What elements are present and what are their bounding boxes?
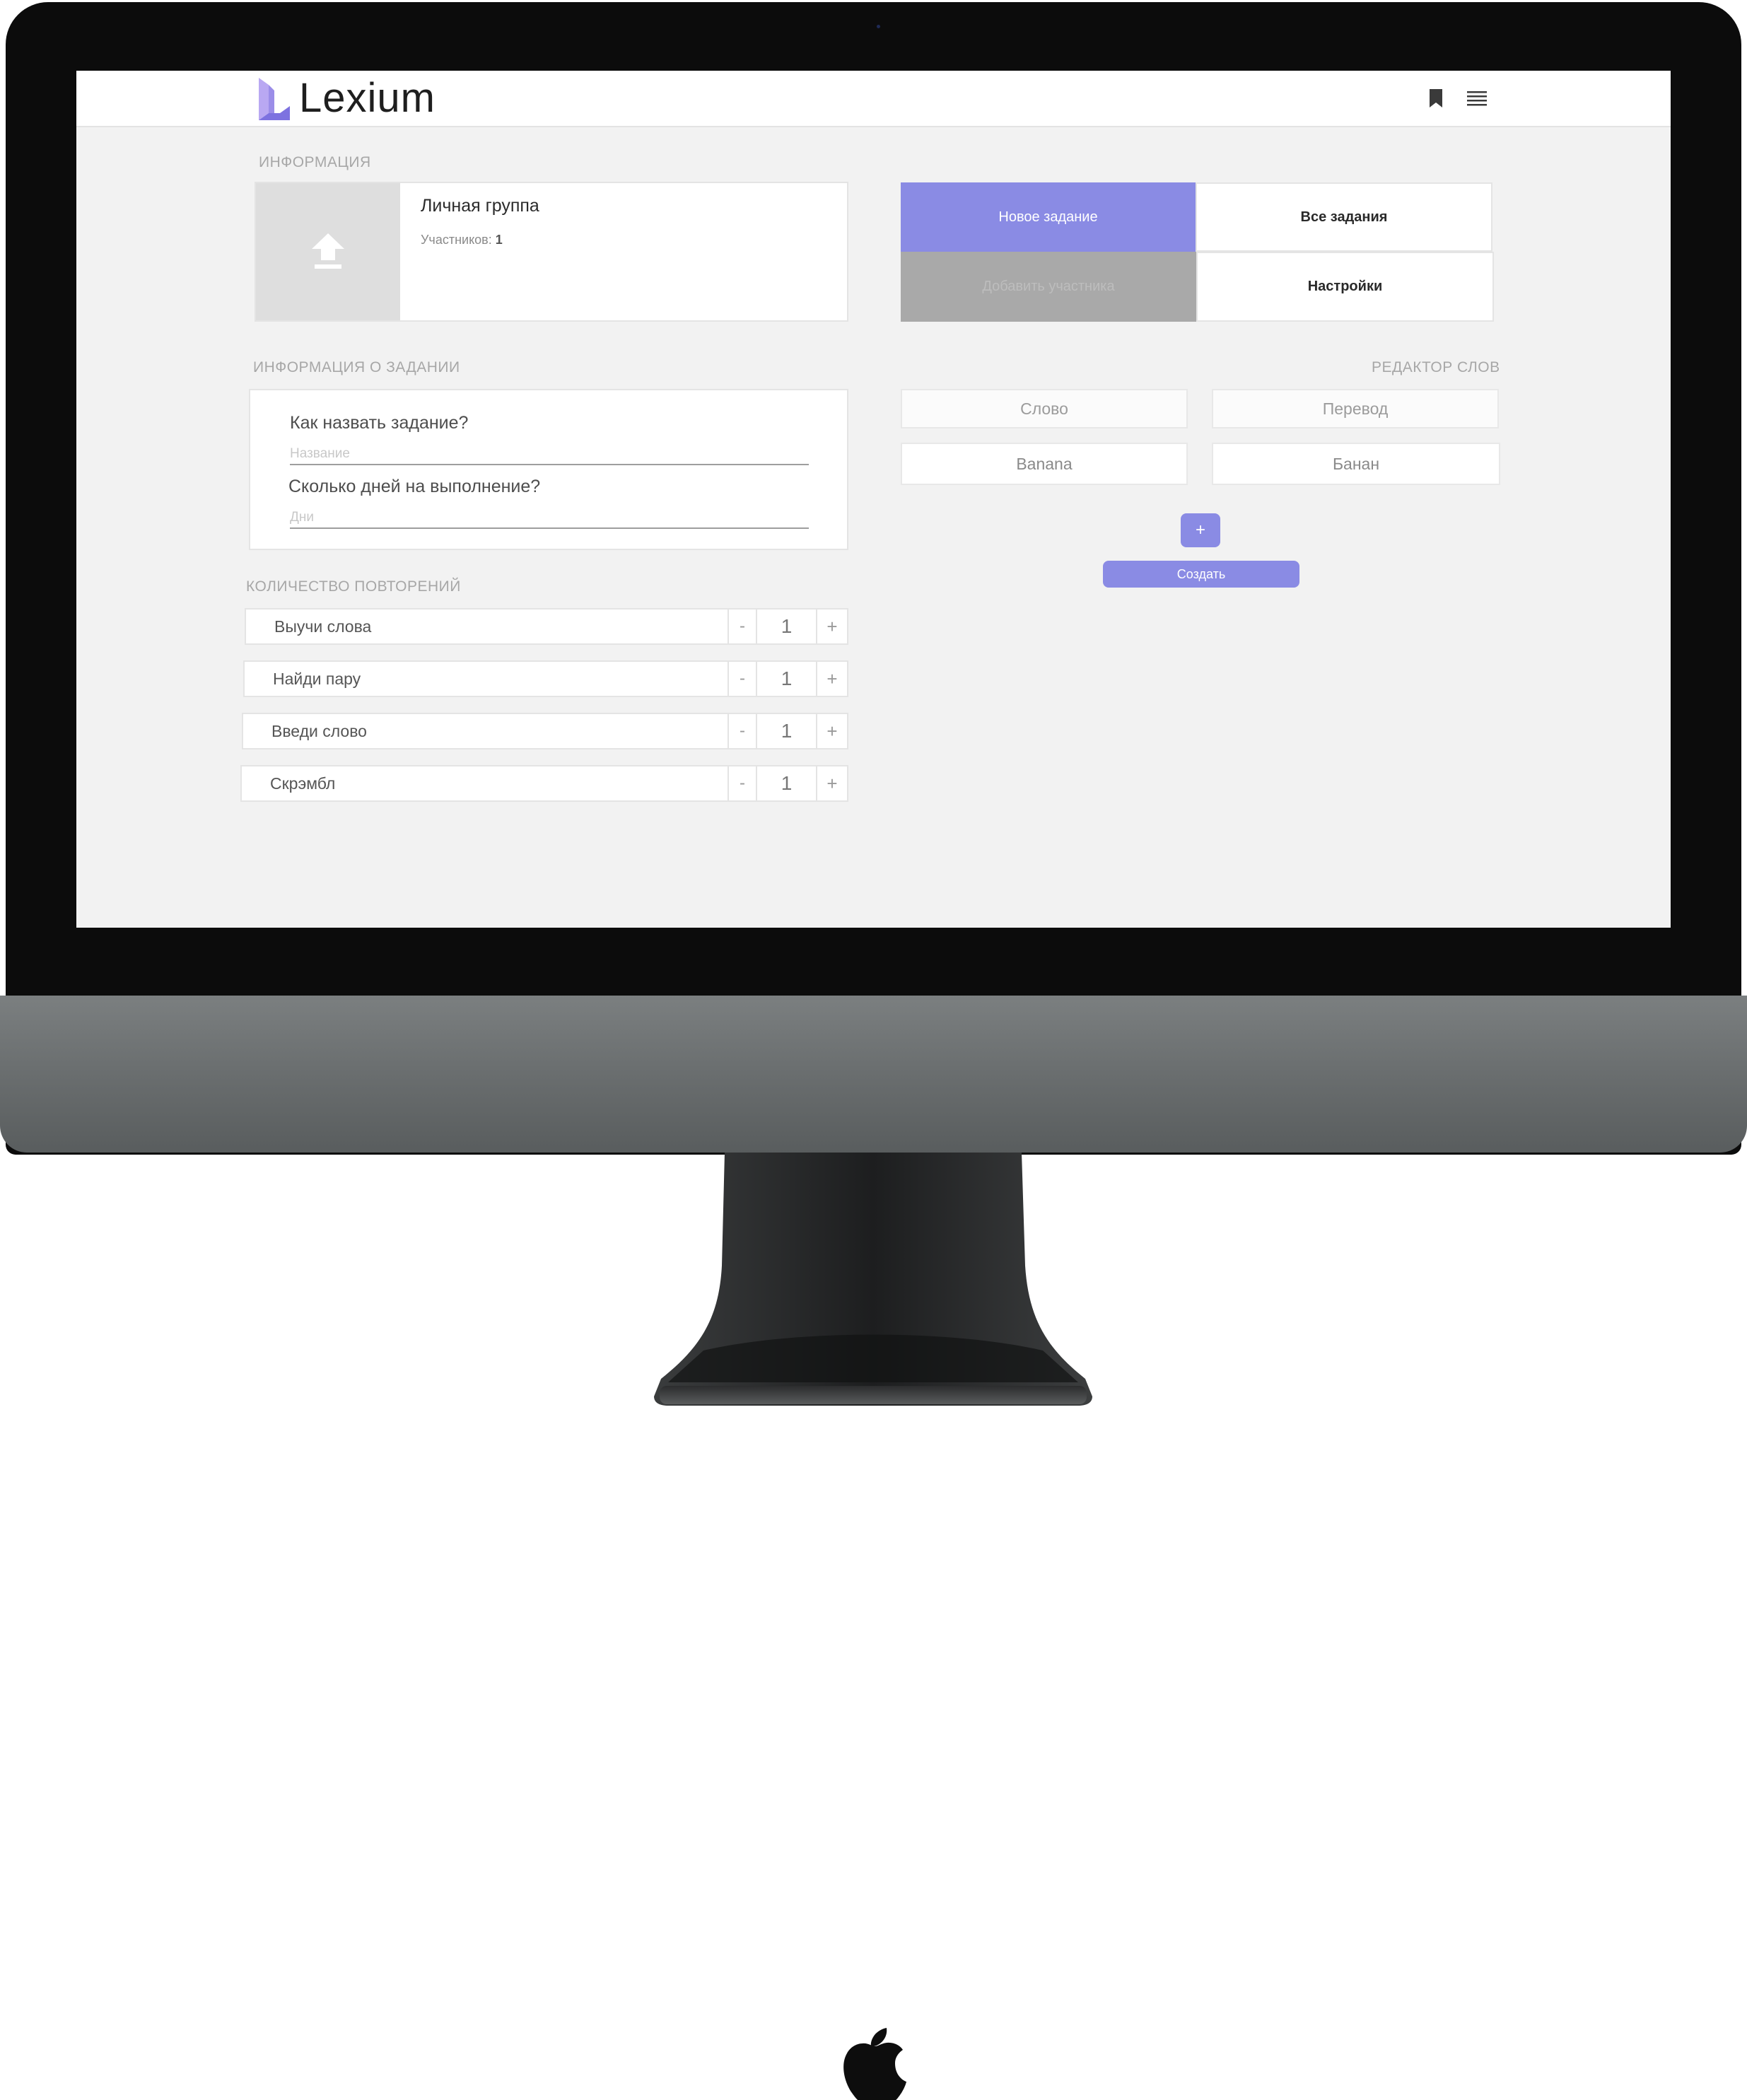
repetition-label: Скрэмбл [270,774,336,793]
repetitions-section-title: КОЛИЧЕСТВО ПОВТОРЕНИЙ [246,578,461,595]
decrement-button[interactable]: - [728,766,756,800]
repetition-count: 1 [756,662,816,696]
repetition-count: 1 [756,609,816,643]
decrement-button[interactable]: - [728,609,756,643]
brand-name[interactable]: Lexium [299,74,436,123]
decrement-button[interactable]: - [728,714,756,748]
repetition-row-type-word: Введи слово - 1 + [242,713,848,749]
top-bar: Lexium [76,71,1671,127]
members-label: Участников: [421,233,492,247]
repetition-label: Найди пару [273,670,361,688]
word-input[interactable]: Banana [901,443,1188,485]
task-name-input[interactable] [290,444,809,465]
app-screen: Lexium ИНФОРМАЦИЯ Личная группа Участник… [76,71,1671,928]
repetition-label: Выучи слова [274,617,372,636]
word-editor-section-title: РЕДАКТОР СЛОВ [1372,359,1500,375]
translation-input[interactable]: Банан [1212,443,1500,485]
all-tasks-button[interactable]: Все задания [1196,182,1492,252]
add-member-button[interactable]: Добавить участника [901,252,1196,322]
apple-logo-icon [843,2028,906,2100]
increment-button[interactable]: + [816,714,847,748]
increment-button[interactable]: + [816,766,847,800]
repetition-row-learn-words: Выучи слова - 1 + [245,608,848,645]
repetition-count: 1 [756,714,816,748]
increment-button[interactable]: + [816,662,847,696]
settings-button[interactable]: Настройки [1196,252,1494,322]
upload-icon [312,233,344,269]
repetition-row-find-pair: Найди пару - 1 + [243,660,848,697]
repetition-row-scramble: Скрэмбл - 1 + [240,765,848,802]
group-info-card: Личная группа Участников: 1 [255,182,848,322]
members-count: 1 [495,233,503,247]
new-task-button[interactable]: Новое задание [901,182,1196,252]
task-days-input[interactable] [290,508,809,529]
monitor-chin [0,996,1747,2100]
increment-button[interactable]: + [816,609,847,643]
info-section-title: ИНФОРМАЦИЯ [259,154,371,170]
create-task-button[interactable]: Создать [1103,561,1299,588]
group-image-upload[interactable] [256,183,400,320]
lexium-logo-icon [259,78,290,120]
camera-dot [877,25,880,28]
members-count-row: Участников: 1 [421,233,503,247]
translation-column-header: Перевод [1212,389,1499,428]
decrement-button[interactable]: - [728,662,756,696]
add-word-button[interactable]: + [1181,513,1220,547]
task-info-card: Как назвать задание? Сколько дней на вып… [249,389,848,550]
task-days-question: Сколько дней на выполнение? [288,477,541,496]
task-info-section-title: ИНФОРМАЦИЯ О ЗАДАНИИ [253,359,460,375]
repetition-label: Введи слово [271,722,367,740]
menu-icon[interactable] [1467,91,1487,106]
task-name-question: Как назвать задание? [290,413,469,433]
group-name: Личная группа [421,196,539,216]
monitor-stand [654,1153,1092,1406]
bookmark-icon[interactable] [1428,89,1444,107]
word-column-header: Слово [901,389,1188,428]
repetition-count: 1 [756,766,816,800]
